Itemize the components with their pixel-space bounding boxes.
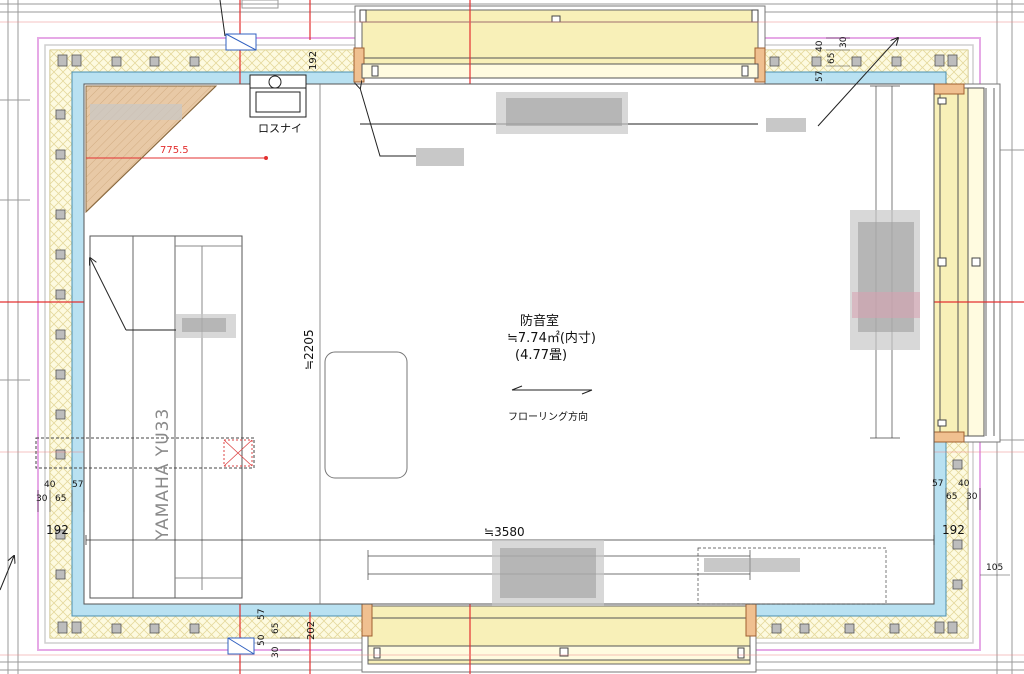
right-window xyxy=(925,83,1001,443)
flooring-direction-label: フローリング方向 xyxy=(508,410,588,423)
layer-left-4: 57 xyxy=(72,480,83,490)
layer-right-2: 40 xyxy=(958,479,970,489)
counter-point xyxy=(264,156,268,160)
layer-top-right-4: 57 xyxy=(815,71,825,82)
ventilation-label: ロスナイ xyxy=(258,122,302,135)
ventilation-unit xyxy=(249,74,307,118)
piano-label: YAMAHA YU33 xyxy=(153,408,173,541)
floor-mat xyxy=(324,351,408,479)
layer-right-1: 57 xyxy=(932,479,943,489)
bottom-window xyxy=(361,601,757,673)
layer-left-3: 65 xyxy=(55,494,66,504)
room-name: 防音室 xyxy=(520,313,559,329)
room-area: ≒7.74㎡(内寸) xyxy=(507,330,596,346)
layer-left-1: 40 xyxy=(44,480,56,490)
wall-thickness-left: 192 xyxy=(46,523,69,537)
layer-top-right-2: 65 xyxy=(827,53,837,64)
room-tatami: (4.77畳) xyxy=(515,348,567,363)
layer-bottom-2: 50 xyxy=(257,634,267,646)
layer-bottom-4: 30 xyxy=(271,646,281,658)
layer-bottom-1: 57 xyxy=(257,609,267,620)
floor-plan: 775.5 ロスナイ YAMAHA YU33 防音室 ≒7.74㎡(内寸) (4… xyxy=(0,0,1024,674)
top-window xyxy=(353,5,766,87)
layer-bottom-3: 65 xyxy=(271,623,281,634)
width-dimension: ≒3580 xyxy=(484,525,525,539)
wall-thickness-top: 192 xyxy=(308,51,319,70)
layer-right-3: 65 xyxy=(946,492,957,502)
right-offset-dimension: 105 xyxy=(986,563,1003,573)
layer-top-right-1: 40 xyxy=(815,40,825,52)
wall-thickness-right: 192 xyxy=(942,523,965,537)
wall-thickness-bottom: 202 xyxy=(306,621,317,640)
depth-dimension: ≒2205 xyxy=(302,329,316,370)
counter-width-dimension: 775.5 xyxy=(160,145,189,156)
